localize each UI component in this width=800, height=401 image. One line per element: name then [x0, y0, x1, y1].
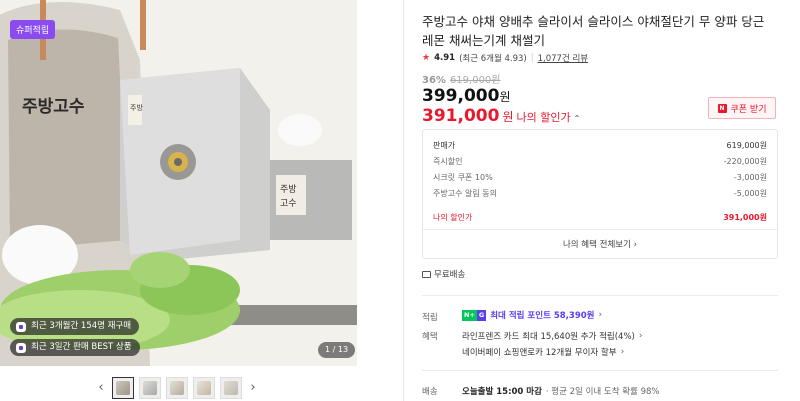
sale-price-value: 399,000 [422, 86, 500, 106]
breakdown-label: 주방고수 알림 동의 [433, 189, 497, 198]
chevron-right-icon: › [620, 347, 625, 357]
breakdown-my-value: 391,000원 [723, 213, 767, 222]
thumbnail-next-arrow[interactable]: › [247, 376, 259, 400]
truck-icon [422, 270, 431, 278]
section-divider [422, 370, 778, 371]
shipping-row: 오늘출발 15:00 마감 · 평균 2일 이내 도착 확률 98% [462, 385, 660, 397]
breakdown-row: 즉시할인 -220,000원 [433, 156, 767, 167]
best-seller-pill: 최근 3일간 판매 BEST 상품 [10, 339, 140, 356]
recent-rating-text: (최근 6개월 4.93 [459, 54, 524, 64]
all-benefits-link[interactable]: 나의 혜택 전체보기 › [423, 229, 777, 260]
max-point-text: 최대 적립 포인트 58,390원 [490, 311, 595, 321]
installment-text: 네이버페이 쇼핑앤로카 12개월 무이자 할부 [462, 348, 617, 358]
product-photo: 주방고수 주방 주방 고수 [0, 0, 357, 366]
my-price-won: 원 [502, 110, 514, 124]
product-gallery: 주방고수 주방 주방 고수 슈퍼적립 최근 3개월간 154명 재구매 최근 3… [0, 0, 357, 401]
price-breakdown: 판매가 619,000원 즉시할인 -220,000원 시크릿 쿠폰 10% -… [422, 129, 778, 259]
breakdown-label: 즉시할인 [433, 157, 463, 166]
thumbnail-strip: ‹ › [95, 376, 263, 400]
apron-text: 주방고수 [22, 97, 85, 117]
coupon-button-label: 쿠폰 받기 [730, 104, 767, 115]
breakdown-row: 판매가 619,000원 [433, 140, 767, 151]
installment-row[interactable]: 네이버페이 쇼핑앤로카 12개월 무이자 할부 › [462, 346, 624, 358]
product-title: 주방고수 야채 양배추 슬라이서 슬라이스 야채절단기 무 양파 당근 레몬 채… [422, 14, 765, 48]
thumbnail-1[interactable] [112, 377, 134, 399]
breakdown-label: 판매가 [433, 141, 456, 150]
breakdown-my-label: 나의 할인가 [433, 213, 473, 222]
benefit-label: 혜택 [422, 332, 438, 342]
chevron-right-icon: › [638, 331, 643, 341]
free-delivery: 무료배송 [422, 268, 465, 280]
thumbnail-prev-arrow[interactable]: ‹ [95, 376, 107, 400]
card-benefit-text: 라인프렌즈 카드 최대 15,640원 추가 적립(4%) [462, 332, 635, 342]
machine-side-label: 주방 [280, 184, 297, 195]
shopping-bag-icon [16, 321, 26, 332]
best-seller-text: 최근 3일간 판매 BEST 상품 [31, 342, 132, 352]
breakdown-value: -220,000원 [723, 157, 767, 166]
thumbnail-3[interactable] [166, 377, 188, 399]
original-price: 619,000원 [449, 75, 501, 86]
thumbnail-4[interactable] [193, 377, 215, 399]
card-benefit-row[interactable]: 라인프렌즈 카드 최대 15,640원 추가 적립(4%) › [462, 330, 642, 342]
point-row[interactable]: N+ G 최대 적립 포인트 58,390원 › [462, 309, 602, 321]
machine-side-label-2: 고수 [280, 198, 297, 209]
point-label: 적립 [422, 313, 438, 323]
shipping-cutoff: 오늘출발 15:00 마감 [462, 387, 542, 397]
sale-price: 399,000원 [422, 86, 510, 106]
breakdown-value: -5,000원 [733, 189, 767, 198]
my-price-label: 나의 할인가 [516, 111, 571, 124]
super-point-badge: 슈퍼적립 [10, 20, 56, 39]
machine-label: 주방 [130, 103, 143, 112]
naverpay-icon: N+ G [462, 309, 487, 321]
all-benefits-label: 나의 혜택 전체보기 [562, 240, 631, 250]
rating-separator: | [530, 53, 534, 63]
breakdown-row: 주방고수 알림 동의 -5,000원 [433, 188, 767, 199]
sale-price-won: 원 [499, 90, 511, 104]
recent-rating: (최근 6개월 4.93) [459, 52, 527, 64]
thumbnail-2[interactable] [139, 377, 161, 399]
free-delivery-text: 무료배송 [434, 270, 466, 280]
chevron-right-icon: › [598, 310, 603, 320]
repurchase-text: 최근 3개월간 154명 재구매 [31, 321, 132, 331]
review-count-link[interactable]: 1,077건 리뷰 [538, 52, 589, 64]
breakdown-label: 시크릿 쿠폰 10% [433, 173, 493, 182]
naver-n-icon: N [717, 103, 727, 113]
vertical-divider [403, 0, 404, 401]
discount-row: 36% 619,000원 [422, 71, 501, 86]
naverpay-icon-b: G [476, 309, 487, 321]
breakdown-value: -3,000원 [733, 173, 767, 182]
my-discount-price[interactable]: 391,000 원 나의 할인가 ⌃ [422, 106, 580, 126]
breakdown-value: 619,000원 [726, 141, 767, 150]
discount-rate: 36% [422, 75, 446, 86]
recent-rating-close: ) [523, 54, 527, 64]
coupon-button[interactable]: N 쿠폰 받기 [708, 97, 776, 119]
image-counter: 1 / 13 [318, 342, 356, 358]
main-product-image[interactable]: 주방고수 주방 주방 고수 슈퍼적립 최근 3개월간 154명 재구매 최근 3… [0, 0, 357, 366]
thumbnail-5[interactable] [220, 377, 242, 399]
shipping-eta: · 평균 2일 이내 도착 확률 98% [545, 387, 660, 397]
rating-row: ★ 4.91 (최근 6개월 4.93) | 1,077건 리뷰 [422, 52, 588, 64]
star-icon: ★ [422, 53, 431, 63]
my-price-value: 391,000 [422, 106, 500, 126]
breakdown-row: 시크릿 쿠폰 10% -3,000원 [433, 172, 767, 183]
naverpay-icon-a: N+ [462, 309, 477, 321]
chevron-right-icon: › [633, 240, 638, 250]
shipping-label: 배송 [422, 387, 438, 397]
repurchase-pill: 최근 3개월간 154명 재구매 [10, 318, 140, 335]
section-divider [422, 295, 778, 296]
breakdown-my-price-row: 나의 할인가 391,000원 [433, 212, 767, 223]
shopping-bag-icon [16, 342, 26, 353]
chevron-up-icon: ⌃ [573, 114, 581, 123]
rating-score: 4.91 [434, 53, 456, 63]
